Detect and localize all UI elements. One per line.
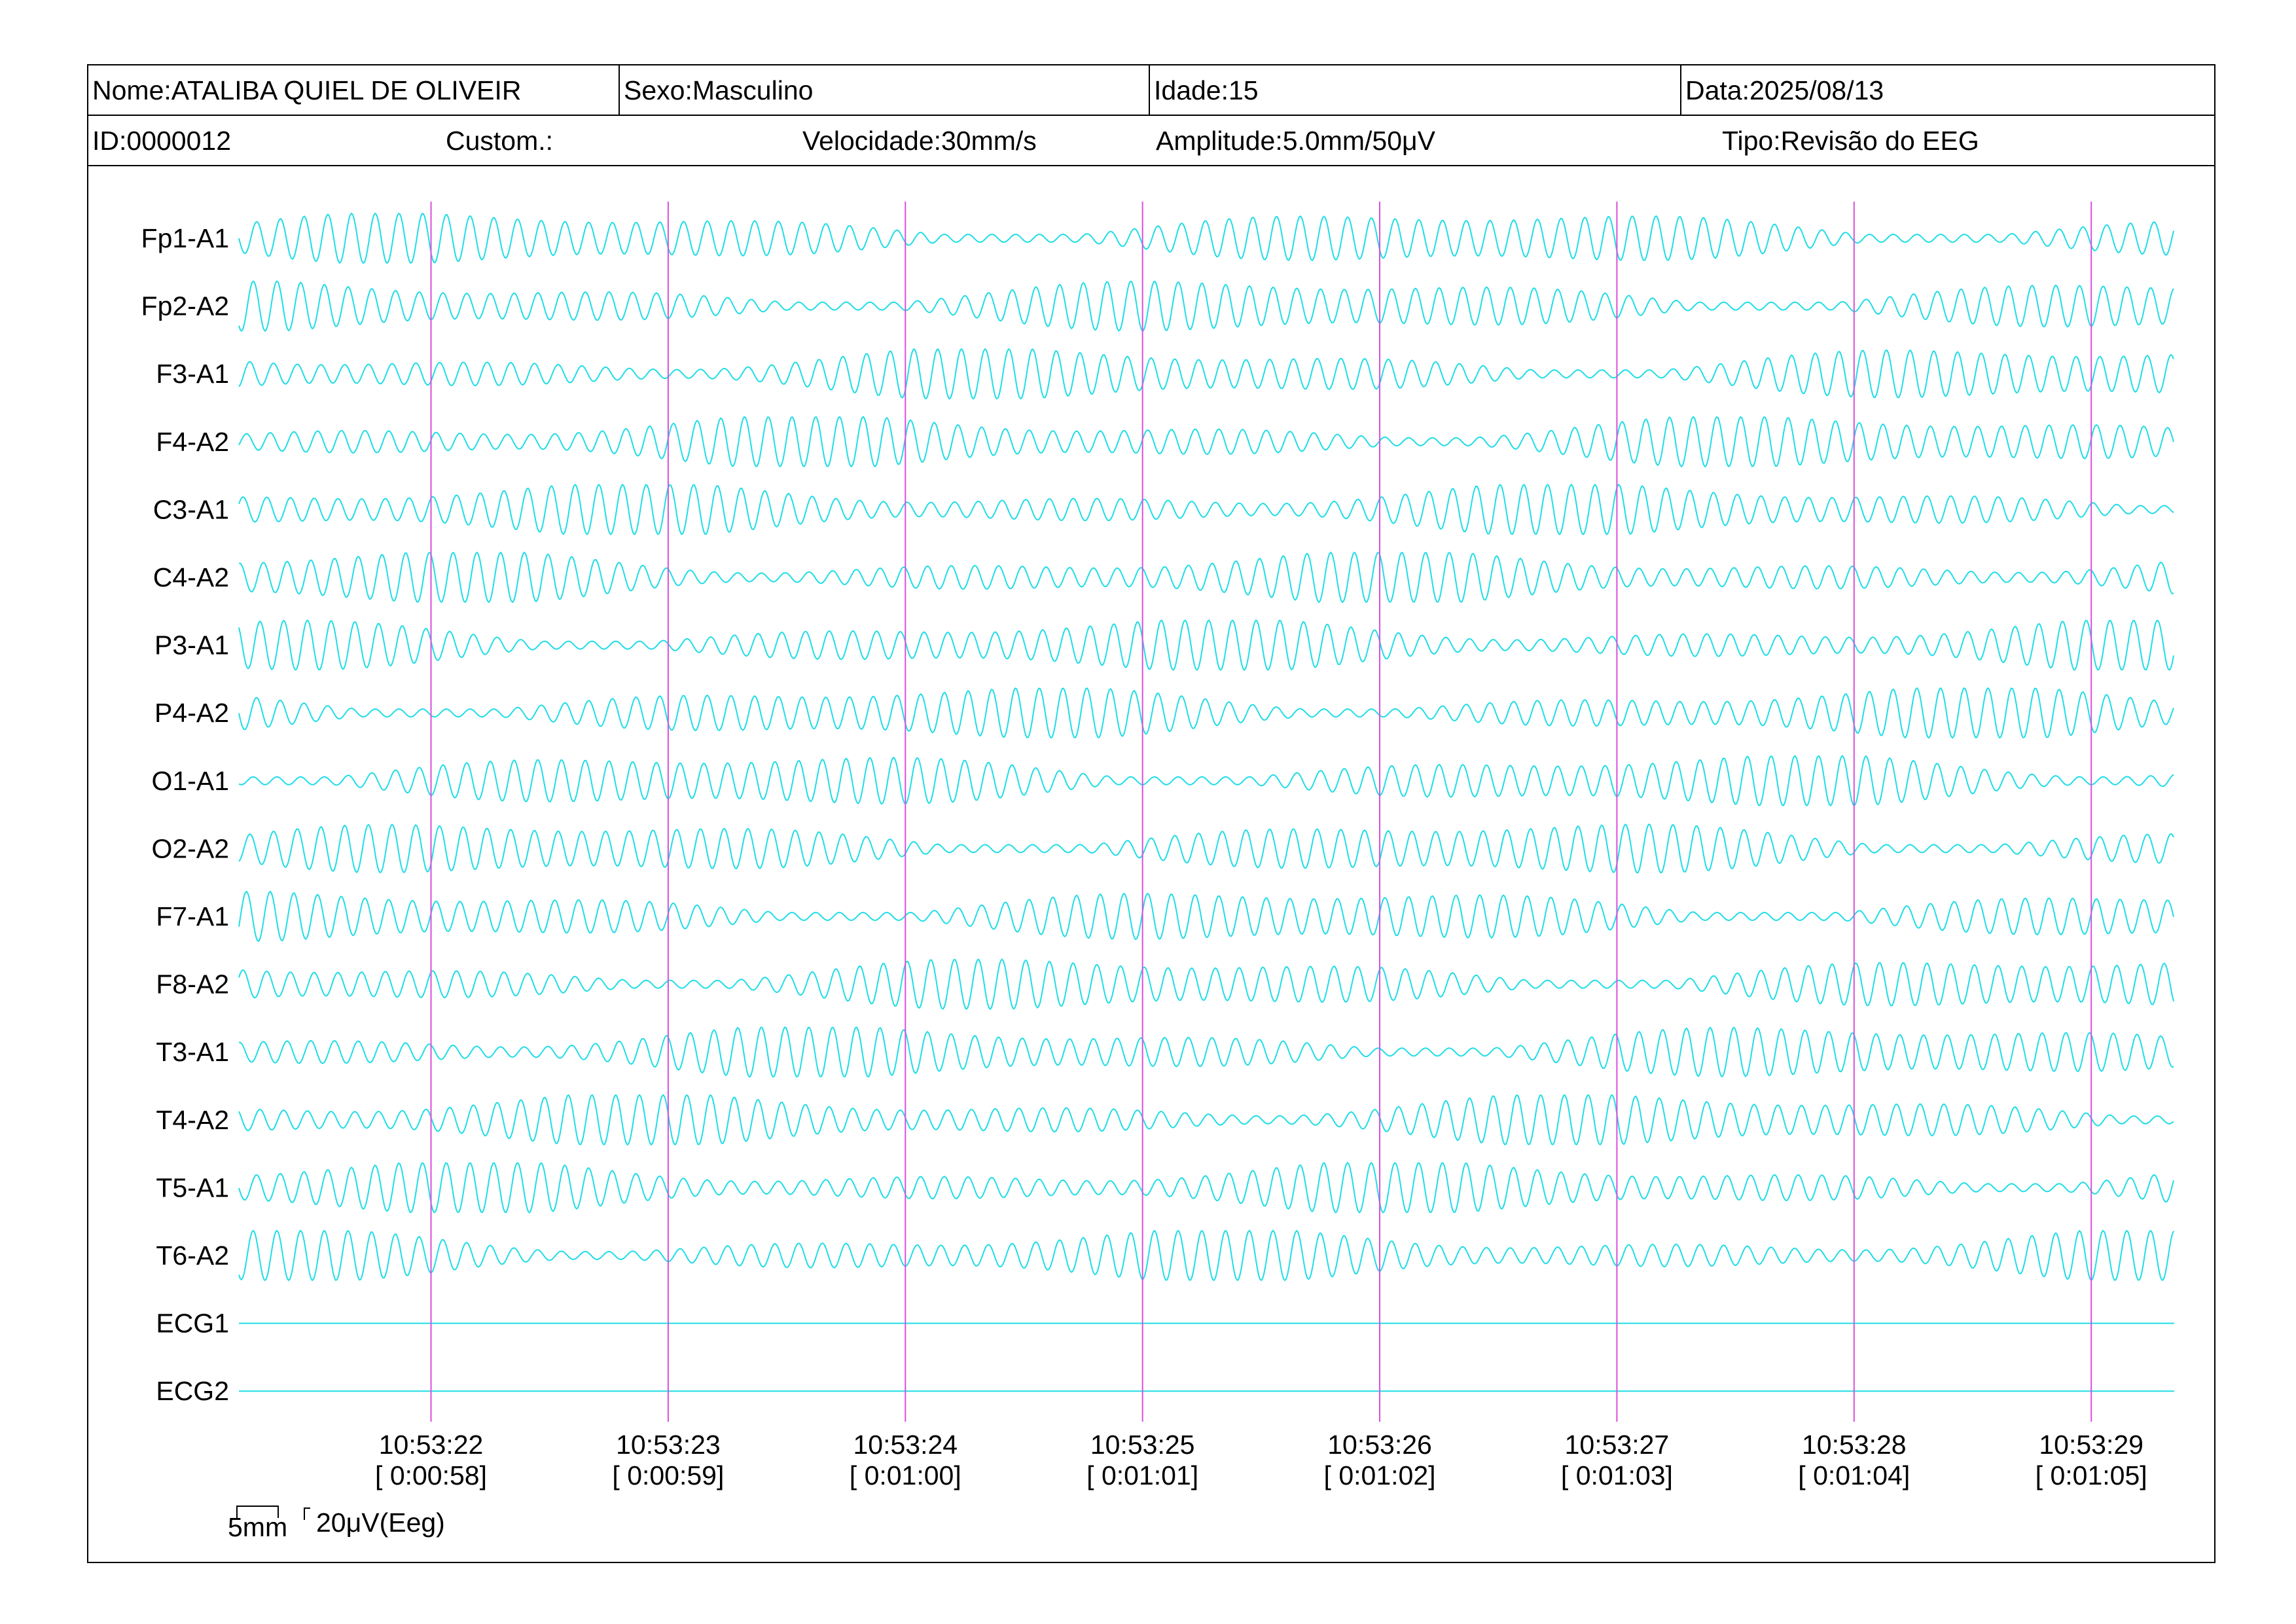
eeg-traces (238, 212, 2174, 1392)
time-elapsed-label: [ 0:01:05] (2036, 1460, 2147, 1490)
amplitude-scale-label: 20μV(Eeg) (316, 1507, 445, 1538)
time-scale-label: 5mm (228, 1512, 287, 1542)
time-elapsed-label: [ 0:01:01] (1086, 1460, 1198, 1490)
amplitude-scale-bracket (304, 1507, 310, 1520)
time-elapsed-label: [ 0:00:59] (612, 1460, 724, 1490)
channel-label-t4-a2: T4-A2 (156, 1105, 229, 1135)
channel-label-c3-a1: C3-A1 (153, 494, 229, 524)
trace-f4-a2 (238, 416, 2174, 468)
trace-p3-a1 (238, 619, 2174, 672)
channel-labels: Fp1-A1 Fp2-A2 F3-A1 F4-A2 C3-A1 C4-A2 P3-A1 P4-… (141, 223, 229, 1406)
trace-fp1-a1 (238, 212, 2174, 264)
channel-label-f4-a2: F4-A2 (156, 427, 229, 457)
channel-label-fp1-a1: Fp1-A1 (141, 223, 229, 253)
channel-label-t5-a1: T5-A1 (156, 1172, 229, 1202)
time-elapsed-label: [ 0:01:02] (1324, 1460, 1436, 1490)
trace-t5-a1 (238, 1161, 2174, 1214)
time-labels: 10:53:22[ 0:00:58] 10:53:23[ 0:00:59] 10:5… (375, 1430, 2147, 1490)
trace-t3-a1 (238, 1026, 2174, 1078)
time-clock-label: 10:53:27 (1565, 1430, 1670, 1460)
eeg-chart: Fp1-A1 Fp2-A2 F3-A1 F4-A2 C3-A1 C4-A2 P3-A1 P4-… (141, 202, 2174, 1542)
trace-fp2-a2 (238, 280, 2174, 333)
channel-label-o2-a2: O2-A2 (152, 833, 230, 863)
channel-label-t6-a2: T6-A2 (156, 1240, 229, 1271)
trace-f7-a1 (238, 890, 2174, 943)
trace-p4-a2 (238, 687, 2174, 739)
channel-label-c4-a2: C4-A2 (153, 562, 229, 592)
time-clock-label: 10:53:22 (379, 1430, 484, 1460)
time-elapsed-label: [ 0:01:04] (1798, 1460, 1910, 1490)
trace-f8-a2 (238, 958, 2174, 1011)
trace-o1-a1 (238, 755, 2174, 807)
channel-label-o1-a1: O1-A1 (152, 766, 230, 796)
channel-label-ecg1: ECG1 (156, 1308, 229, 1339)
time-clock-label: 10:53:23 (616, 1430, 721, 1460)
trace-c3-a1 (238, 483, 2174, 535)
channel-label-t3-a1: T3-A1 (156, 1037, 229, 1067)
time-clock-label: 10:53:25 (1090, 1430, 1195, 1460)
time-clock-label: 10:53:24 (853, 1430, 958, 1460)
channel-label-f7-a1: F7-A1 (156, 901, 229, 931)
time-elapsed-label: [ 0:01:00] (850, 1460, 961, 1490)
time-elapsed-label: [ 0:00:58] (375, 1460, 487, 1490)
channel-label-p3-a1: P3-A1 (154, 630, 229, 660)
channel-label-f3-a1: F3-A1 (156, 359, 229, 389)
channel-label-f8-a2: F8-A2 (156, 969, 229, 1000)
channel-label-fp2-a2: Fp2-A2 (141, 291, 229, 321)
trace-c4-a2 (238, 551, 2174, 604)
trace-t6-a2 (238, 1229, 2174, 1282)
scale-bar: 5mm 20μV(Eeg) (228, 1506, 445, 1542)
time-clock-label: 10:53:26 (1327, 1430, 1432, 1460)
channel-label-p4-a2: P4-A2 (154, 698, 229, 728)
trace-o2-a2 (238, 823, 2174, 874)
time-elapsed-label: [ 0:01:03] (1561, 1460, 1673, 1490)
trace-f3-a1 (238, 348, 2174, 400)
time-clock-label: 10:53:29 (2039, 1430, 2144, 1460)
channel-label-ecg2: ECG2 (156, 1376, 229, 1406)
time-clock-label: 10:53:28 (1802, 1430, 1907, 1460)
trace-t4-a2 (238, 1094, 2174, 1146)
